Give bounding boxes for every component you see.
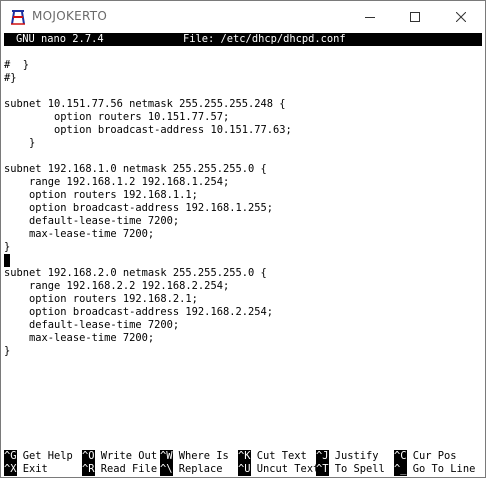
- shortcut-key: ^_: [394, 463, 407, 476]
- title-bar[interactable]: MOJOKERTO: [1, 1, 485, 32]
- editor-line[interactable]: option routers 10.151.77.57;: [4, 111, 482, 124]
- shortcut-item: ^J Justify: [316, 450, 379, 463]
- shortcut-label: Where Is: [172, 450, 229, 462]
- editor-line[interactable]: [4, 254, 482, 267]
- shortcut-key: ^U: [238, 463, 251, 476]
- shortcut-label: Justify: [328, 450, 379, 462]
- editor-line[interactable]: }: [4, 241, 482, 254]
- editor-line[interactable]: subnet 10.151.77.56 netmask 255.255.255.…: [4, 98, 482, 111]
- shortcut-label: Get Help: [16, 450, 73, 462]
- shortcut-label: Write Out: [94, 450, 158, 462]
- editor-line[interactable]: range 192.168.2.2 192.168.2.254;: [4, 280, 482, 293]
- file-name: File: /etc/dhcp/dhcpd.conf: [183, 33, 346, 45]
- editor-line[interactable]: option routers 192.168.2.1;: [4, 293, 482, 306]
- editor-line[interactable]: option broadcast-address 192.168.1.255;: [4, 202, 482, 215]
- minimize-icon: [364, 16, 375, 18]
- shortcut-item: ^T To Spell: [316, 463, 385, 476]
- editor-line[interactable]: # }: [4, 59, 482, 72]
- shortcut-item: ^K Cut Text: [238, 450, 307, 463]
- shortcut-key: ^R: [82, 463, 95, 476]
- terminal-area[interactable]: GNU nano 2.7.4 File: /etc/dhcp/dhcpd.con…: [1, 32, 485, 477]
- editor-line[interactable]: default-lease-time 7200;: [4, 215, 482, 228]
- editor-line[interactable]: }: [4, 345, 482, 358]
- editor-text-area[interactable]: # } #} subnet 10.151.77.56 netmask 255.255…: [4, 59, 482, 358]
- editor-line[interactable]: default-lease-time 7200;: [4, 319, 482, 332]
- editor-line[interactable]: option broadcast-address 192.168.2.254;: [4, 306, 482, 319]
- shortcut-item: ^C Cur Pos: [394, 450, 457, 463]
- shortcut-key: ^G: [4, 450, 17, 463]
- shortcut-key: ^W: [160, 450, 173, 463]
- editor-line[interactable]: #}: [4, 72, 482, 85]
- shortcut-key: ^T: [316, 463, 329, 476]
- shortcut-key: ^K: [238, 450, 251, 463]
- editor-line[interactable]: subnet 192.168.1.0 netmask 255.255.255.0…: [4, 163, 482, 176]
- shortcut-item: ^\ Replace: [160, 463, 223, 476]
- shortcut-item: ^R Read File: [82, 463, 157, 476]
- shortcut-label: Uncut Text: [250, 463, 320, 475]
- shortcut-key: ^O: [82, 450, 95, 463]
- shortcut-label: Cut Text: [250, 450, 307, 462]
- shortcut-key: ^X: [4, 463, 17, 476]
- maximize-button[interactable]: [392, 1, 437, 32]
- editor-line[interactable]: [4, 85, 482, 98]
- text-cursor: [4, 254, 10, 267]
- close-button[interactable]: [438, 1, 483, 32]
- editor-line[interactable]: max-lease-time 7200;: [4, 228, 482, 241]
- shortcut-label: Read File: [94, 463, 158, 475]
- editor-line[interactable]: option broadcast-address 10.151.77.63;: [4, 124, 482, 137]
- shortcut-key: ^\: [160, 463, 173, 476]
- editor-line[interactable]: range 192.168.1.2 192.168.1.254;: [4, 176, 482, 189]
- shortcut-item: ^X Exit: [4, 463, 48, 476]
- shortcut-label: Go To Line: [406, 463, 476, 475]
- nano-header-bar: GNU nano 2.7.4 File: /etc/dhcp/dhcpd.con…: [4, 33, 482, 46]
- shortcut-label: Exit: [16, 463, 48, 475]
- shortcut-key: ^C: [394, 450, 407, 463]
- editor-line[interactable]: [4, 150, 482, 163]
- maximize-icon: [409, 11, 420, 22]
- shortcut-item: ^O Write Out: [82, 450, 157, 463]
- shortcut-item: ^W Where Is: [160, 450, 229, 463]
- nano-version: GNU nano 2.7.4: [16, 33, 104, 45]
- editor-line[interactable]: option routers 192.168.1.1;: [4, 189, 482, 202]
- shortcut-label: Cur Pos: [406, 450, 457, 462]
- minimize-button[interactable]: [347, 1, 392, 32]
- shortcut-label: Replace: [172, 463, 223, 475]
- shortcut-key: ^J: [316, 450, 329, 463]
- shortcut-item: ^U Uncut Text: [238, 463, 319, 476]
- shortcut-label: To Spell: [328, 463, 385, 475]
- editor-line[interactable]: subnet 192.168.2.0 netmask 255.255.255.0…: [4, 267, 482, 280]
- shortcut-bar: ^G Get Help ^O Write Out ^W Where Is ^K Cut…: [4, 450, 482, 476]
- editor-line[interactable]: }: [4, 137, 482, 150]
- shortcut-item: ^_ Go To Line: [394, 463, 475, 476]
- putty-app-icon[interactable]: [9, 8, 27, 26]
- terminal-window: MOJOKERTO GNU nano 2.7.4 File: /etc/dhcp…: [0, 0, 486, 478]
- editor-line[interactable]: max-lease-time 7200;: [4, 332, 482, 345]
- close-icon: [455, 11, 466, 22]
- shortcut-item: ^G Get Help: [4, 450, 73, 463]
- window-title: MOJOKERTO: [32, 9, 108, 23]
